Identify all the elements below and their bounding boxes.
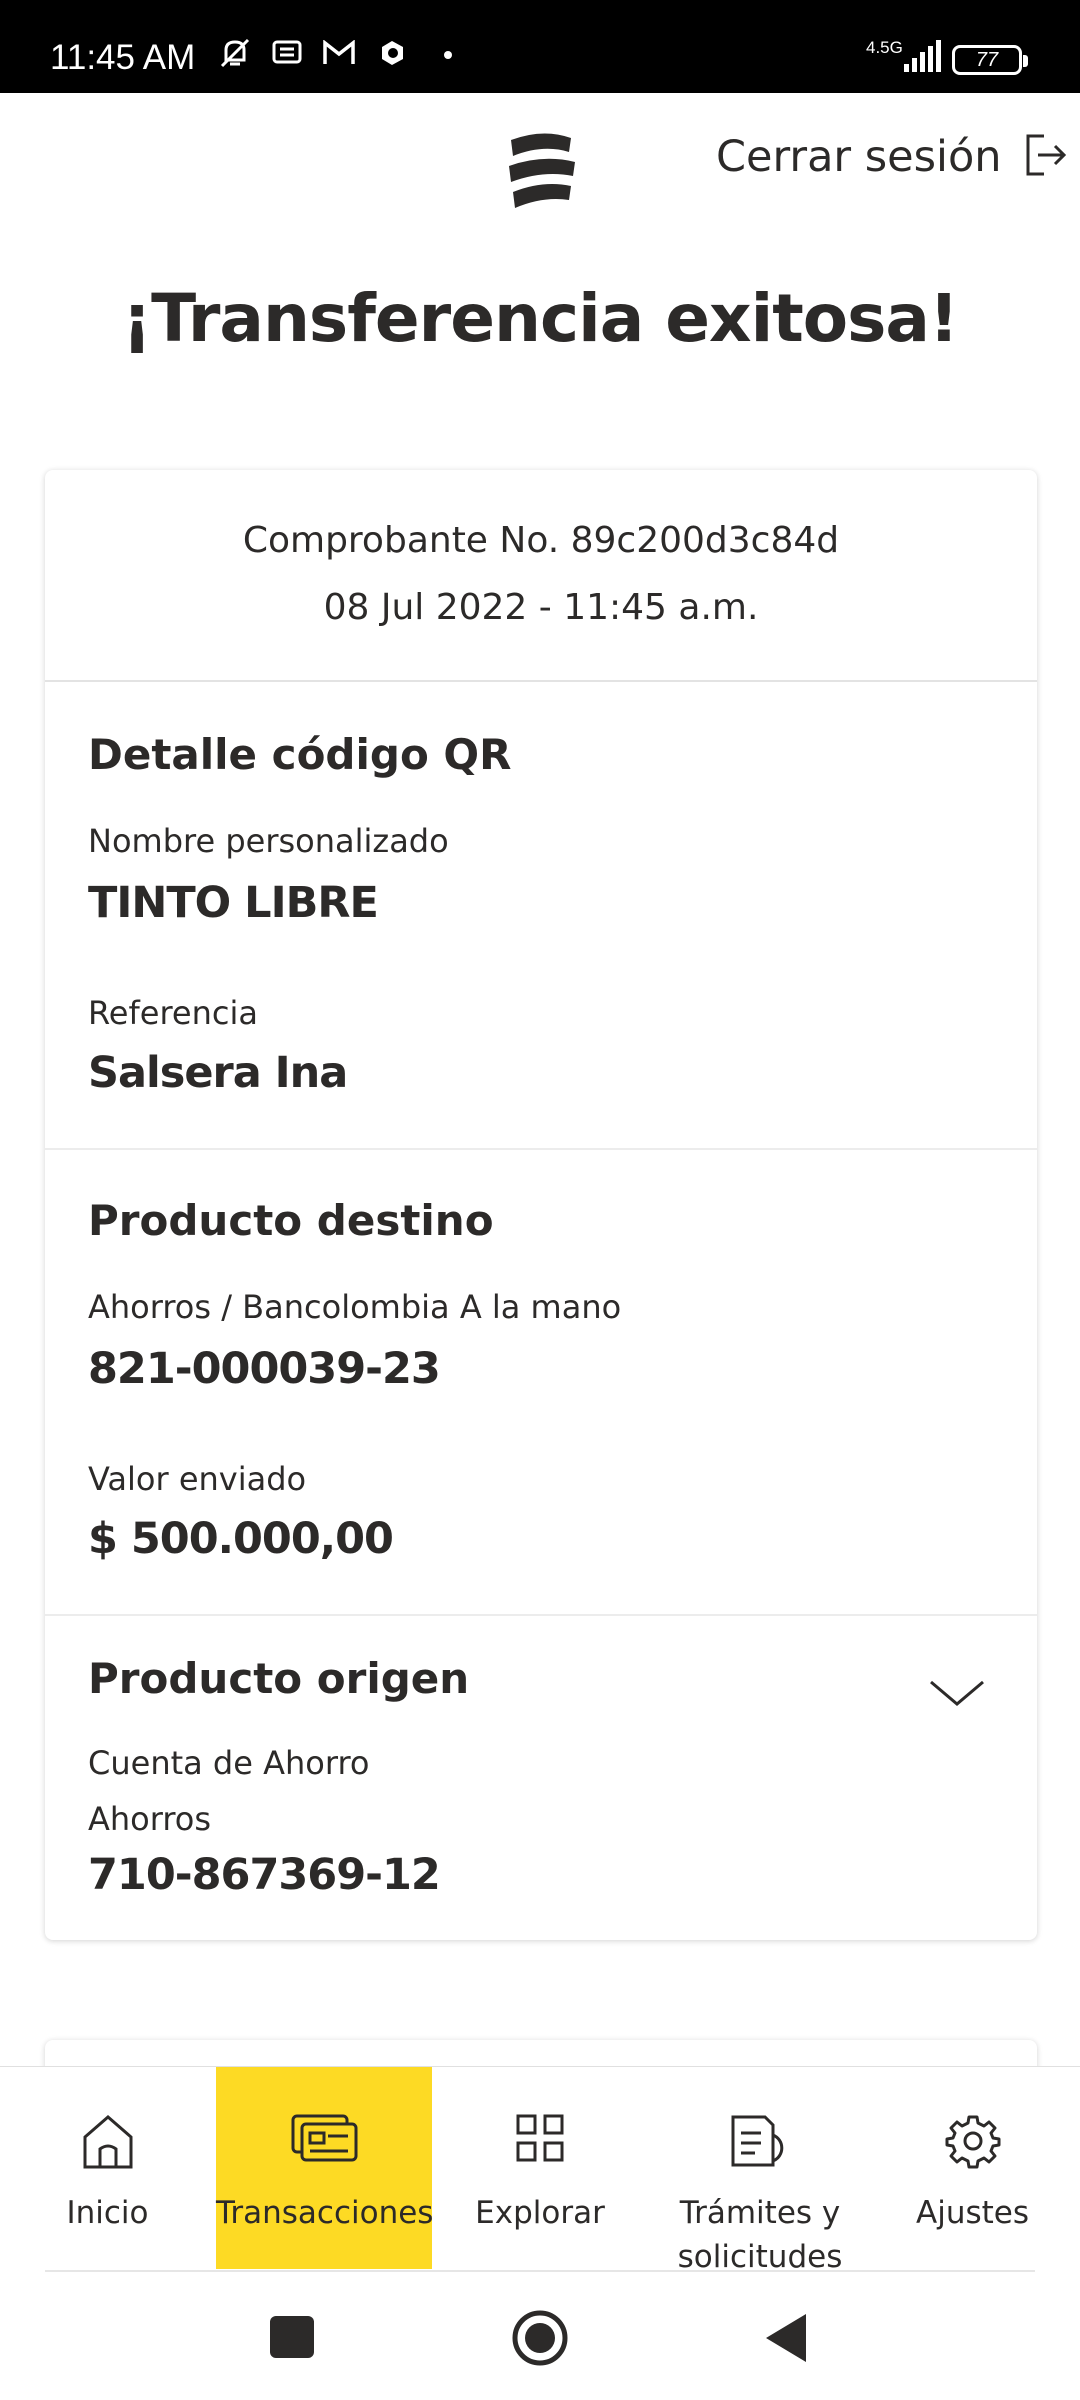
message-icon [272, 40, 302, 70]
home-button[interactable] [510, 2308, 570, 2372]
receipt-card: Comprobante No. 89c200d3c84d 08 Jul 2022… [45, 470, 1037, 1940]
bancolombia-logo [505, 130, 581, 210]
status-time: 11:45 AM [50, 38, 196, 77]
nav-item-ajustes[interactable]: Ajustes [905, 2067, 1040, 2269]
logout-label: Cerrar sesión [716, 132, 1002, 182]
qr-detail-section: Detalle código QR Nombre personalizado T… [45, 682, 1037, 1150]
bell-off-icon [218, 36, 252, 74]
reference-label: Referencia [88, 994, 258, 1032]
nav-item-inicio[interactable]: Inicio [45, 2067, 170, 2269]
chevron-down-icon[interactable] [927, 1676, 987, 1714]
notification-icons [218, 36, 452, 74]
more-notifications-dot [444, 51, 452, 59]
home-icon [81, 2113, 135, 2173]
reference-value: Salsera Ina [88, 1048, 348, 1098]
battery-icon: 77 [952, 45, 1028, 75]
nav-item-tramites[interactable]: Trámites y solicitudes [660, 2067, 860, 2275]
origin-account-name: Cuenta de Ahorro [88, 1744, 370, 1782]
signal-icon [900, 36, 942, 80]
origin-account-type: Ahorros [88, 1800, 212, 1838]
nav-label-transacciones: Transacciones [216, 2195, 434, 2231]
logout-button[interactable]: Cerrar sesión [716, 132, 1068, 182]
amount-label: Valor enviado [88, 1460, 307, 1498]
amount-value: $ 500.000,00 [88, 1514, 394, 1564]
qr-detail-title: Detalle código QR [88, 730, 512, 779]
status-bar: 11:45 AM 4.5G 77 [0, 0, 1080, 93]
back-button[interactable] [762, 2308, 808, 2372]
document-icon [729, 2113, 791, 2173]
gmail-icon [322, 39, 356, 70]
recent-apps-button[interactable] [270, 2308, 314, 2372]
nav-label-inicio: Inicio [66, 2195, 149, 2231]
android-nav-bar [0, 2272, 1080, 2400]
custom-name-label: Nombre personalizado [88, 822, 449, 860]
destination-title: Producto destino [88, 1196, 494, 1245]
nav-label-explorar: Explorar [475, 2195, 605, 2231]
gear-icon [945, 2113, 1001, 2173]
network-type: 4.5G [866, 38, 903, 57]
origin-account-value: 710-867369-12 [88, 1850, 441, 1900]
custom-name-value: TINTO LIBRE [88, 878, 379, 928]
nav-label-ajustes: Ajustes [916, 2195, 1029, 2231]
destination-account-value: 821-000039-23 [88, 1344, 441, 1394]
nav-item-explorar[interactable]: Explorar [470, 2067, 610, 2269]
page-title: ¡Transferencia exitosa! [121, 280, 959, 357]
receipt-date: 08 Jul 2022 - 11:45 a.m. [323, 587, 759, 628]
origin-title: Producto origen [88, 1654, 470, 1703]
nav-item-transacciones[interactable]: Transacciones [216, 2067, 434, 2269]
destination-section: Producto destino Ahorros / Bancolombia A… [45, 1150, 1037, 1616]
app-icon [376, 37, 408, 73]
nav-label-tramites: Trámites y solicitudes [660, 2191, 860, 2279]
nav-label-tramites-line1: Trámites y [679, 2195, 841, 2231]
cards-icon [290, 2113, 358, 2167]
destination-account-label: Ahorros / Bancolombia A la mano [88, 1288, 622, 1326]
receipt-header: Comprobante No. 89c200d3c84d 08 Jul 2022… [45, 470, 1037, 682]
origin-section[interactable]: Producto origen Cuenta de Ahorro Ahorros… [45, 1616, 1037, 1938]
grid-icon [515, 2113, 565, 2167]
bottom-nav: Inicio Transacciones Explorar Trámites y… [0, 2066, 1080, 2275]
logout-icon [1022, 132, 1068, 182]
receipt-number: Comprobante No. 89c200d3c84d [242, 520, 840, 561]
